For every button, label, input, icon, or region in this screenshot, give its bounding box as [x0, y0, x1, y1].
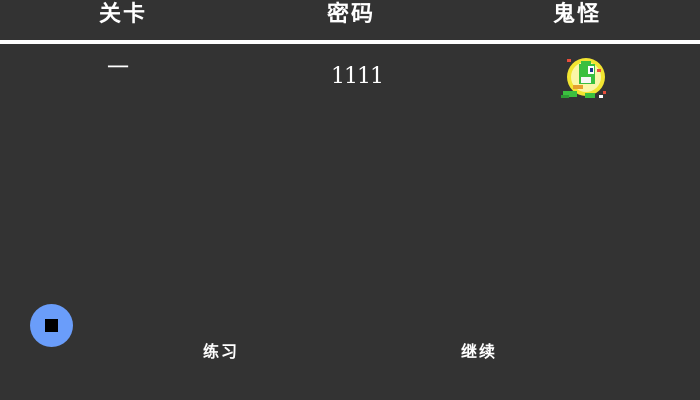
stop-icon	[45, 319, 58, 332]
continue-button[interactable]: 继续	[429, 340, 529, 364]
password-column-header: 密码	[326, 2, 375, 27]
stop-button[interactable]	[30, 304, 73, 347]
monster-column-header: 鬼怪	[552, 2, 601, 27]
level-column-header: 关卡	[98, 2, 147, 27]
table-header: 关卡 密码 鬼怪	[0, 0, 700, 40]
green-dragon-in-bubble-icon	[561, 58, 606, 98]
level-cell: 一	[106, 56, 129, 81]
practice-button[interactable]: 练习	[171, 340, 271, 364]
header-divider	[0, 40, 700, 44]
password-cell: 1111	[331, 64, 384, 89]
